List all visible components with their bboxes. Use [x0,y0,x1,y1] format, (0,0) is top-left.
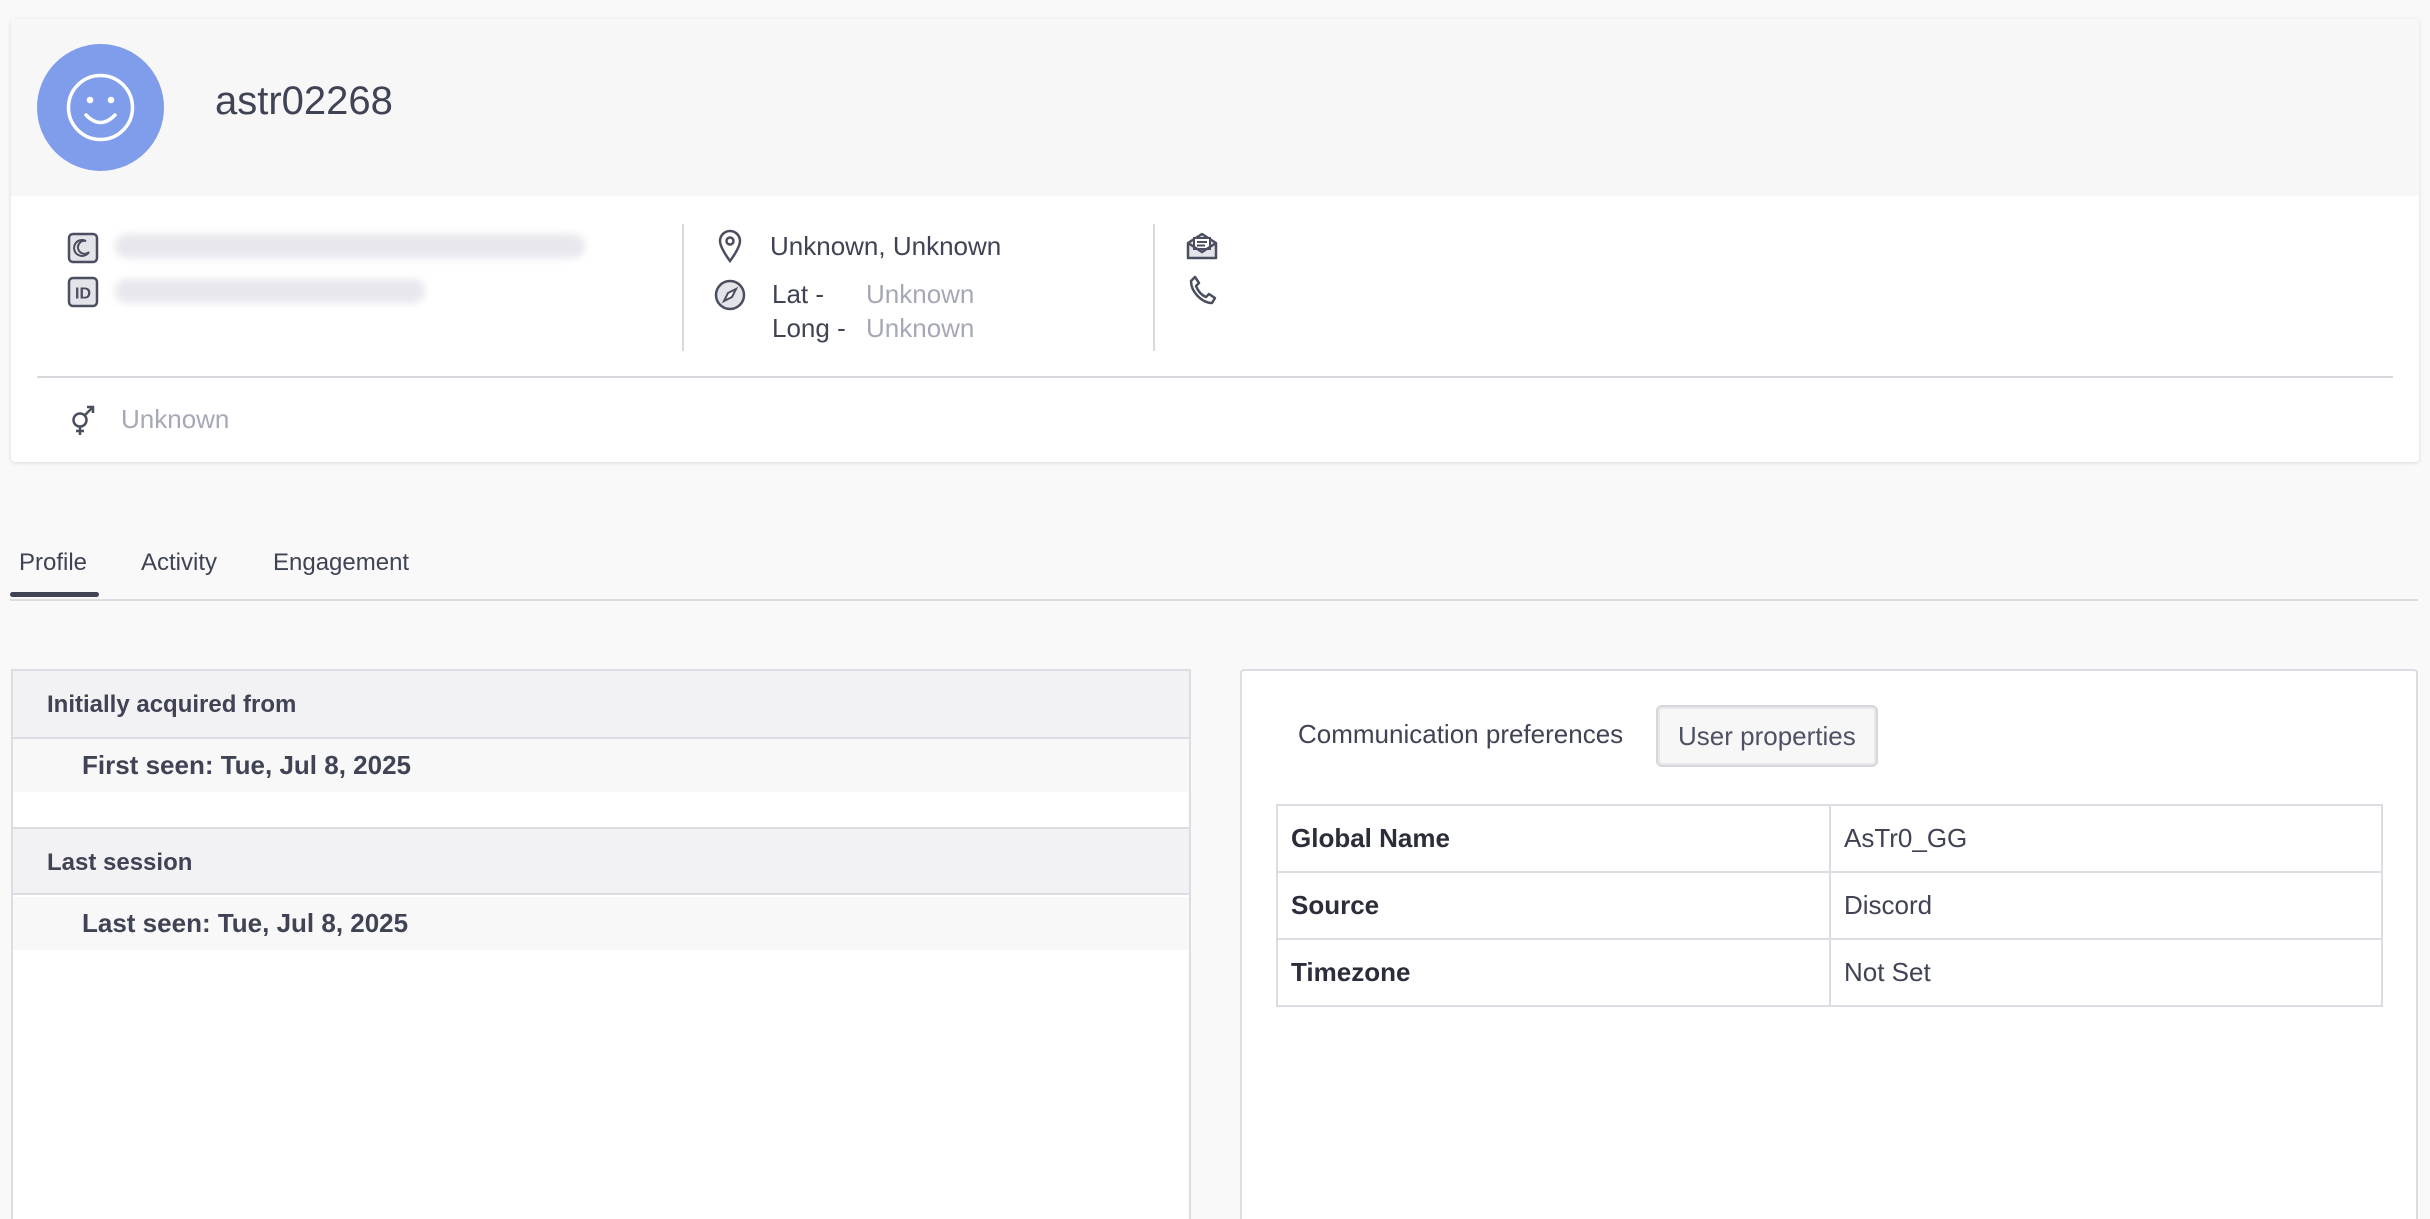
user-name: astr02268 [215,79,393,123]
property-value: Not Set [1829,938,2383,1007]
smiley-face-icon [66,73,135,142]
gender-icon [67,403,97,437]
phone-icon[interactable] [1187,274,1217,306]
first-seen-text: First seen: Tue, Jul 8, 2025 [82,750,411,780]
table-row: Global Name AsTr0_GG [1276,804,2383,873]
info-divider [37,376,2393,378]
user-properties-table: Global Name AsTr0_GG Source Discord Time… [1276,804,2383,1007]
property-key: Global Name [1276,804,1831,873]
property-value: AsTr0_GG [1829,804,2383,873]
avatar [37,44,164,171]
longitude-label: Long - [772,313,846,343]
column-divider [682,224,684,351]
tab-activity[interactable]: Activity [141,549,217,577]
active-tab-indicator [10,592,99,597]
blurred-identifier [115,234,585,258]
latitude-label: Lat - [772,279,825,309]
compass-icon [713,278,747,312]
properties-panel: Communication preferences User propertie… [1240,669,2418,1219]
tab-engagement[interactable]: Engagement [273,549,409,577]
last-session-title: Last session [47,849,193,876]
tab-profile[interactable]: Profile [19,549,87,577]
moon-icon [67,232,99,264]
location-text: Unknown, Unknown [770,231,1002,261]
acquired-title: Initially acquired from [47,691,297,718]
column-divider [1153,224,1155,351]
svg-text:ID: ID [75,286,91,303]
property-key: Timezone [1276,938,1831,1007]
gender-value: Unknown [121,404,230,434]
table-row: Source Discord [1276,871,2383,940]
email-icon[interactable] [1185,231,1219,261]
profile-card: astr02268 ID Unknown, Unknown Lat - Unkn… [11,19,2419,462]
last-seen-row: Last seen: Tue, Jul 8, 2025 [13,897,1189,950]
acquisition-panel: Initially acquired from First seen: Tue,… [11,669,1191,1219]
blurred-user-id [115,279,425,303]
profile-header: astr02268 [11,19,2419,196]
last-session-header: Last session [13,827,1189,895]
tabs-divider [10,599,2418,601]
longitude-value: Unknown [866,313,975,343]
acquired-section-header: Initially acquired from [13,671,1189,739]
tab-user-properties[interactable]: User properties [1656,705,1878,767]
first-seen-row: First seen: Tue, Jul 8, 2025 [13,739,1189,792]
property-value: Discord [1829,871,2383,940]
property-key: Source [1276,871,1831,940]
tab-communication-preferences[interactable]: Communication preferences [1298,705,1623,767]
id-badge-icon: ID [67,276,99,308]
table-row: Timezone Not Set [1276,938,2383,1007]
map-pin-icon [716,229,744,263]
latitude-value: Unknown [866,279,975,309]
last-seen-text: Last seen: Tue, Jul 8, 2025 [82,908,409,938]
